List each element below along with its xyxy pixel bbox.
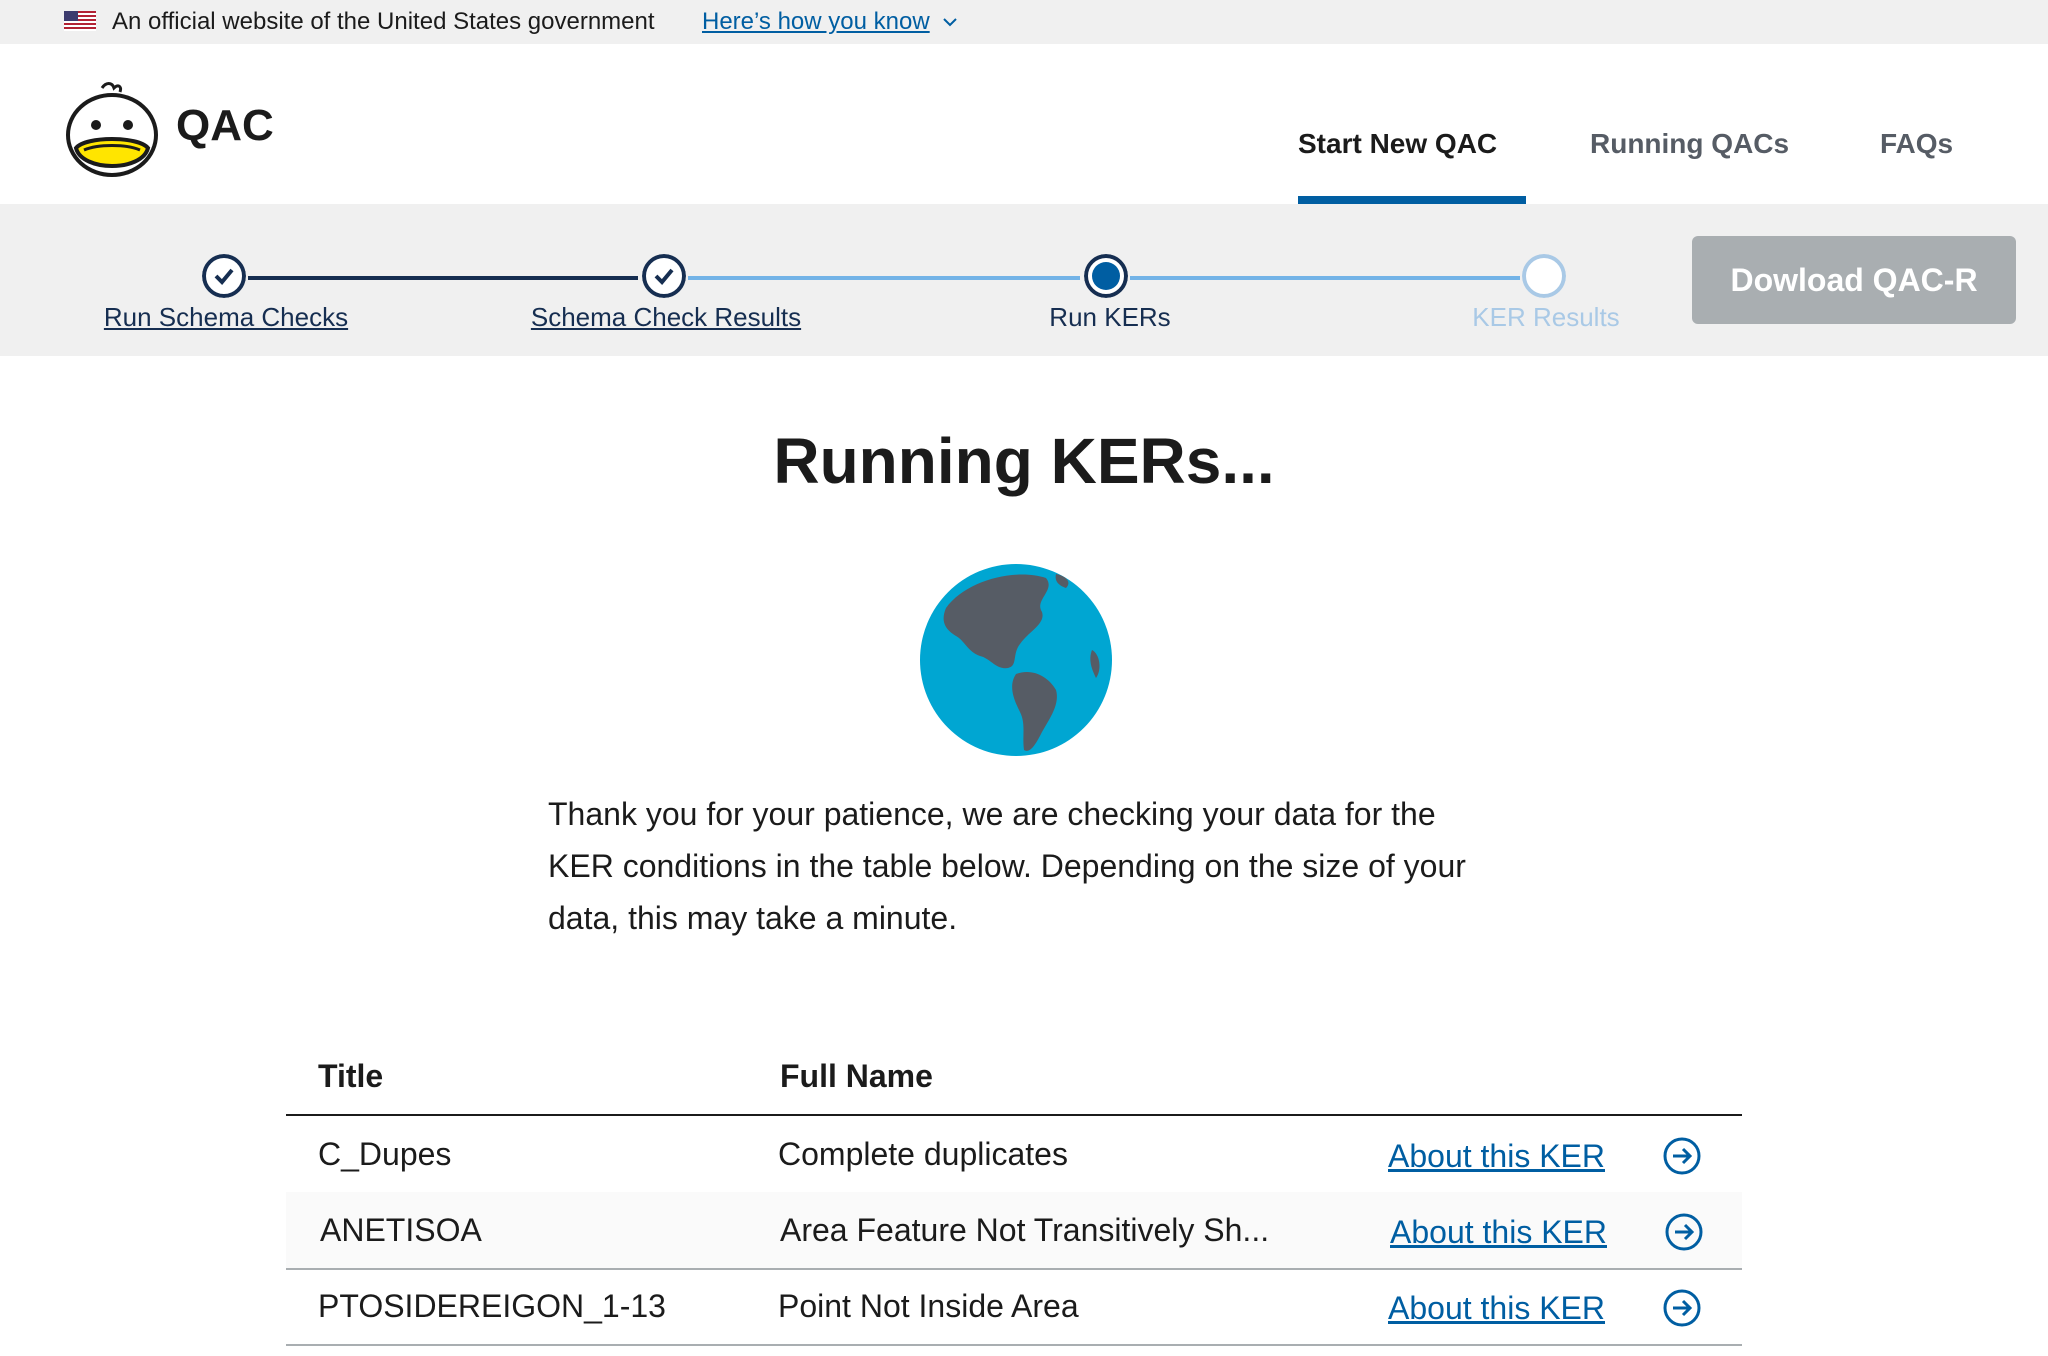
about-ker-link[interactable]: About this KER bbox=[1388, 1286, 1605, 1330]
gov-banner: An official website of the United States… bbox=[0, 0, 2048, 44]
about-ker-link[interactable]: About this KER bbox=[1388, 1134, 1605, 1178]
step-run-schema-checks[interactable]: Run Schema Checks bbox=[104, 300, 348, 334]
table-row: C_Dupes Complete duplicates About this K… bbox=[286, 1116, 1742, 1194]
ker-full-name: Complete duplicates bbox=[778, 1136, 1068, 1172]
gov-banner-text: An official website of the United States… bbox=[112, 8, 655, 35]
download-qac-r-button[interactable]: Dowload QAC-R bbox=[1692, 236, 2016, 324]
ker-full-name: Point Not Inside Area bbox=[778, 1288, 1079, 1324]
nav-active-indicator bbox=[1298, 196, 1526, 204]
upcoming-step-icon bbox=[1522, 254, 1566, 298]
check-icon[interactable] bbox=[642, 254, 686, 298]
status-message: Thank you for your patience, we are chec… bbox=[548, 796, 1466, 936]
site-header: QAC Start New QAC Running QACs FAQs bbox=[0, 44, 2048, 204]
column-header-full-name: Full Name bbox=[780, 1058, 933, 1094]
table-row: ANETISOA Area Feature Not Transitively S… bbox=[286, 1192, 1742, 1270]
current-step-icon bbox=[1084, 254, 1128, 298]
step-schema-check-results[interactable]: Schema Check Results bbox=[531, 300, 801, 334]
ker-title: C_Dupes bbox=[318, 1136, 452, 1172]
arrow-right-circle-icon[interactable] bbox=[1662, 1136, 1702, 1176]
nav-running-qacs[interactable]: Running QACs bbox=[1590, 126, 1789, 162]
how-you-know-link[interactable]: Here’s how you know bbox=[702, 7, 930, 37]
ker-full-name: Area Feature Not Transitively Sh... bbox=[780, 1212, 1270, 1248]
duck-logo-icon[interactable] bbox=[62, 80, 162, 180]
brand-name[interactable]: QAC bbox=[176, 98, 274, 154]
page-title: Running KERs... bbox=[773, 425, 1275, 497]
column-header-title: Title bbox=[318, 1058, 384, 1094]
step-connector bbox=[248, 276, 638, 280]
arrow-right-circle-icon[interactable] bbox=[1664, 1212, 1704, 1252]
about-ker-link[interactable]: About this KER bbox=[1390, 1210, 1607, 1254]
step-run-kers: Run KERs bbox=[1049, 302, 1171, 332]
chevron-down-icon[interactable] bbox=[942, 15, 958, 29]
step-connector bbox=[1130, 276, 1520, 280]
globe-icon bbox=[920, 564, 1112, 756]
table-row: PTOSIDEREIGON_1-13 Point Not Inside Area… bbox=[286, 1268, 1742, 1346]
nav-faqs[interactable]: FAQs bbox=[1880, 126, 1953, 162]
arrow-right-circle-icon[interactable] bbox=[1662, 1288, 1702, 1328]
step-ker-results: KER Results bbox=[1472, 302, 1620, 332]
nav-start-new-qac[interactable]: Start New QAC bbox=[1298, 126, 1497, 162]
ker-title: ANETISOA bbox=[320, 1212, 482, 1248]
ker-title: PTOSIDEREIGON_1-13 bbox=[318, 1288, 666, 1324]
check-icon[interactable] bbox=[202, 254, 246, 298]
us-flag-icon bbox=[64, 11, 96, 31]
step-connector bbox=[688, 276, 1080, 280]
